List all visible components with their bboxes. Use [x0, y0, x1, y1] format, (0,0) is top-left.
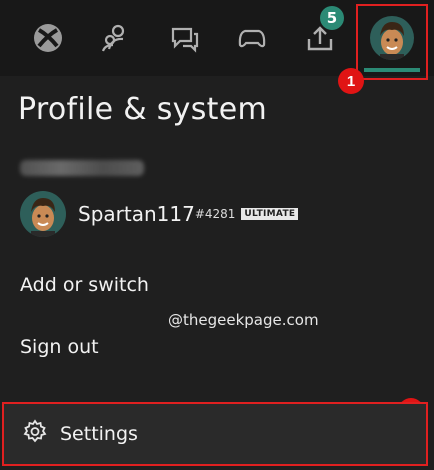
notification-count-badge: 5	[320, 6, 344, 30]
profile-system-tab[interactable]	[356, 4, 428, 80]
controller-icon[interactable]	[230, 16, 274, 60]
chat-icon[interactable]	[162, 16, 206, 60]
sign-out-button[interactable]: Sign out	[20, 336, 99, 358]
xbox-logo-icon[interactable]	[26, 16, 70, 60]
tier-badge: ULTIMATE	[241, 208, 299, 220]
gamertag: Spartan117	[78, 202, 195, 226]
avatar	[20, 191, 66, 237]
friends-icon[interactable]	[94, 16, 138, 60]
watermark: @thegeekpage.com	[168, 311, 319, 329]
settings-button[interactable]: Settings	[2, 402, 428, 466]
panel-title: Profile & system	[18, 92, 268, 127]
active-tab-indicator	[364, 68, 420, 72]
gamertag-suffix: #4281	[194, 207, 236, 221]
profile-avatar-icon	[370, 16, 414, 60]
top-navigation-bar: 5	[0, 0, 434, 80]
gear-icon	[4, 419, 48, 449]
settings-label: Settings	[60, 423, 138, 445]
step-marker-1: 1	[338, 68, 364, 94]
add-or-switch-button[interactable]: Add or switch	[20, 274, 149, 296]
gamertag-row[interactable]: Spartan117 #4281 ULTIMATE	[20, 191, 299, 237]
blurred-real-name	[20, 160, 144, 176]
